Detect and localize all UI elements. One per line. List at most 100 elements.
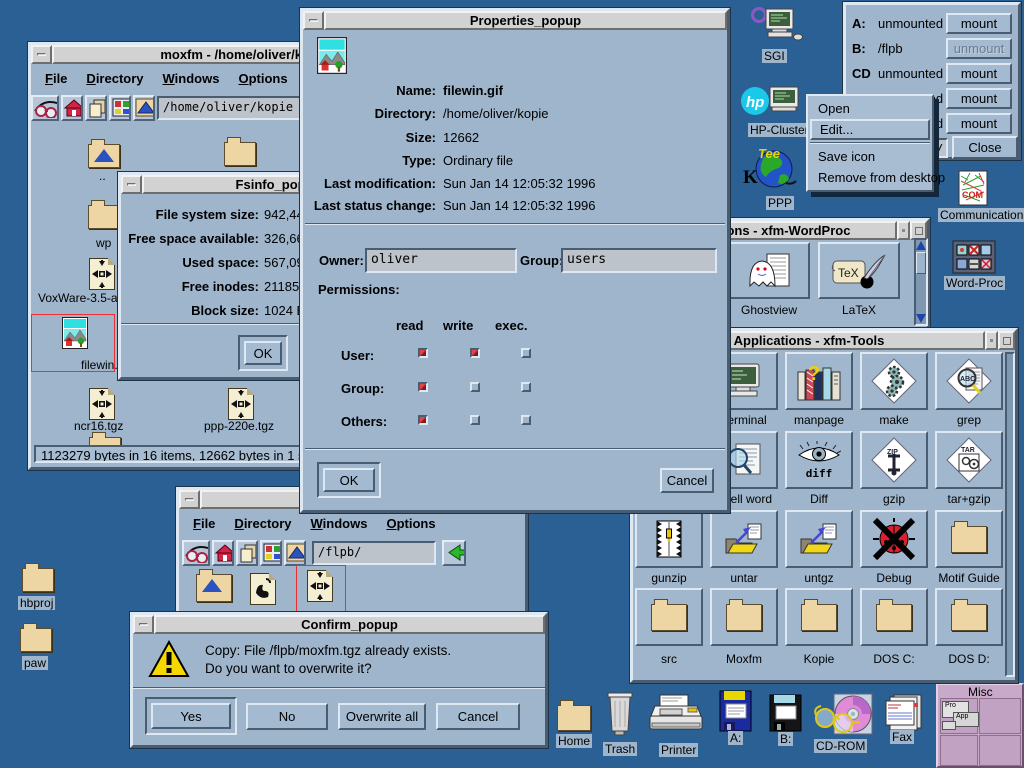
parent-dir-button[interactable] [133, 95, 155, 121]
app-button-latex[interactable]: TeX [818, 242, 900, 299]
misc-cell[interactable] [940, 735, 978, 766]
parent-dir-button[interactable] [284, 540, 306, 566]
app-button-gzip[interactable]: ZIP [860, 431, 928, 489]
desktop-icon-ppp[interactable]: Tee K PPP [742, 145, 802, 198]
menu-item-save-icon[interactable]: Save icon [810, 146, 930, 167]
app-button-ghostview[interactable] [728, 242, 810, 299]
tgz-file-icon[interactable] [89, 388, 115, 420]
home-button[interactable] [61, 95, 83, 121]
image-file-icon[interactable] [250, 573, 276, 605]
menu-directory[interactable]: Directory [86, 71, 143, 86]
others-write-checkbox[interactable] [470, 415, 480, 425]
parent-folder-icon[interactable] [88, 144, 120, 168]
app-button-kopie[interactable] [785, 588, 853, 646]
desktop-icon-trash[interactable]: Trash [602, 690, 638, 747]
scroll-up-arrow[interactable] [916, 241, 926, 250]
menu-file[interactable]: File [193, 516, 215, 531]
window-menu-button[interactable] [303, 11, 324, 30]
find-button[interactable] [31, 95, 59, 121]
desktop-icon-printer[interactable]: Printer [648, 693, 704, 744]
tgz-file-icon[interactable] [89, 258, 115, 290]
overwrite-all-button[interactable]: Overwrite all [338, 703, 426, 730]
window-menu-button[interactable] [179, 490, 200, 509]
app-button-tar-gzip[interactable]: TAR [935, 431, 1003, 489]
group-input[interactable]: users [561, 248, 717, 273]
owner-input[interactable]: oliver [365, 248, 517, 273]
app-button-untgz[interactable] [785, 510, 853, 568]
desktop-icon-cdrom[interactable]: CD-ROM [812, 692, 874, 745]
parent-folder-icon[interactable] [196, 574, 232, 602]
scroll-down-arrow[interactable] [916, 314, 926, 323]
menu-options[interactable]: Options [238, 71, 287, 86]
window-menu-button[interactable] [133, 615, 154, 634]
app-button-grep[interactable]: ABC [935, 352, 1003, 410]
menu-item-open[interactable]: Open [810, 98, 930, 119]
misc-cell[interactable] [979, 735, 1021, 766]
menu-file[interactable]: File [45, 71, 67, 86]
copy-button[interactable] [85, 95, 107, 121]
mount-button[interactable]: mount [946, 63, 1012, 84]
vertical-scrollbar[interactable] [914, 238, 928, 326]
app-button-manpage[interactable]: ? [785, 352, 853, 410]
app-button-diff[interactable]: diff [785, 431, 853, 489]
desktop-icon-fax[interactable]: Fax [884, 693, 924, 740]
desktop-icon-word-proc[interactable]: Word-Proc [952, 240, 996, 279]
unmount-button[interactable]: unmount [946, 38, 1012, 59]
menu-windows[interactable]: Windows [163, 71, 220, 86]
ok-button[interactable]: OK [323, 468, 375, 492]
user-exec-checkbox[interactable] [521, 348, 531, 358]
desktop-icon-hp-cluster[interactable]: hp HP-Cluster [740, 85, 806, 124]
ok-button[interactable]: OK [244, 341, 282, 365]
menu-windows[interactable]: Windows [311, 516, 368, 531]
app-button-src[interactable] [635, 588, 703, 646]
group-exec-checkbox[interactable] [521, 382, 531, 392]
app-button-debug[interactable] [860, 510, 928, 568]
file-label[interactable]: wp [96, 236, 111, 250]
app-button-gunzip[interactable] [635, 510, 703, 568]
folder-icon[interactable] [224, 142, 256, 166]
app-button-untar[interactable] [710, 510, 778, 568]
app-button-motif-guide[interactable] [935, 510, 1003, 568]
maximize-button[interactable] [998, 331, 1015, 350]
file-label[interactable]: ppp-220e.tgz [204, 419, 274, 433]
menu-options[interactable]: Options [386, 516, 435, 531]
minimize-button[interactable] [985, 331, 998, 350]
path-input[interactable]: /flpb/ [312, 541, 436, 565]
windows-button[interactable] [260, 540, 282, 566]
app-button-dos-c[interactable] [860, 588, 928, 646]
desktop-icon-sgi[interactable]: SGI [750, 6, 804, 53]
file-label[interactable]: VoxWare-3.5-a [38, 291, 118, 305]
yes-button[interactable]: Yes [151, 703, 231, 729]
group-read-checkbox[interactable] [418, 382, 428, 392]
windows-button[interactable] [109, 95, 131, 121]
tgz-file-icon-selected[interactable] [307, 570, 333, 602]
menu-directory[interactable]: Directory [234, 516, 291, 531]
group-write-checkbox[interactable] [470, 382, 480, 392]
menu-item-remove[interactable]: Remove from desktop [810, 167, 930, 188]
misc-panel[interactable]: Misc Pro App [936, 683, 1024, 768]
desktop-icon-floppy-a[interactable]: A: [719, 690, 753, 737]
others-exec-checkbox[interactable] [521, 415, 531, 425]
cancel-button[interactable]: Cancel [660, 468, 714, 493]
app-button-make[interactable] [860, 352, 928, 410]
home-button[interactable] [212, 540, 234, 566]
user-write-checkbox[interactable] [470, 348, 480, 358]
file-label[interactable]: .. [99, 169, 106, 183]
find-button[interactable] [182, 540, 210, 566]
gif-file-icon[interactable] [62, 317, 88, 354]
file-label[interactable]: ncr16.tgz [74, 419, 123, 433]
user-read-checkbox[interactable] [418, 348, 428, 358]
app-button-moxfm[interactable] [710, 588, 778, 646]
mount-button[interactable]: mount [946, 13, 1012, 34]
menu-item-edit[interactable]: Edit... [810, 119, 930, 140]
folder-icon[interactable] [88, 205, 120, 229]
back-button[interactable] [442, 540, 466, 566]
others-read-checkbox[interactable] [418, 415, 428, 425]
desktop-icon-communication[interactable]: COM Communication [958, 170, 992, 213]
misc-cell[interactable] [979, 698, 1021, 734]
window-menu-button[interactable] [31, 45, 52, 64]
no-button[interactable]: No [246, 703, 328, 730]
scroll-thumb[interactable] [916, 252, 926, 274]
minimize-button[interactable] [897, 221, 910, 240]
desktop-icon-floppy-b[interactable]: B: [769, 694, 803, 737]
